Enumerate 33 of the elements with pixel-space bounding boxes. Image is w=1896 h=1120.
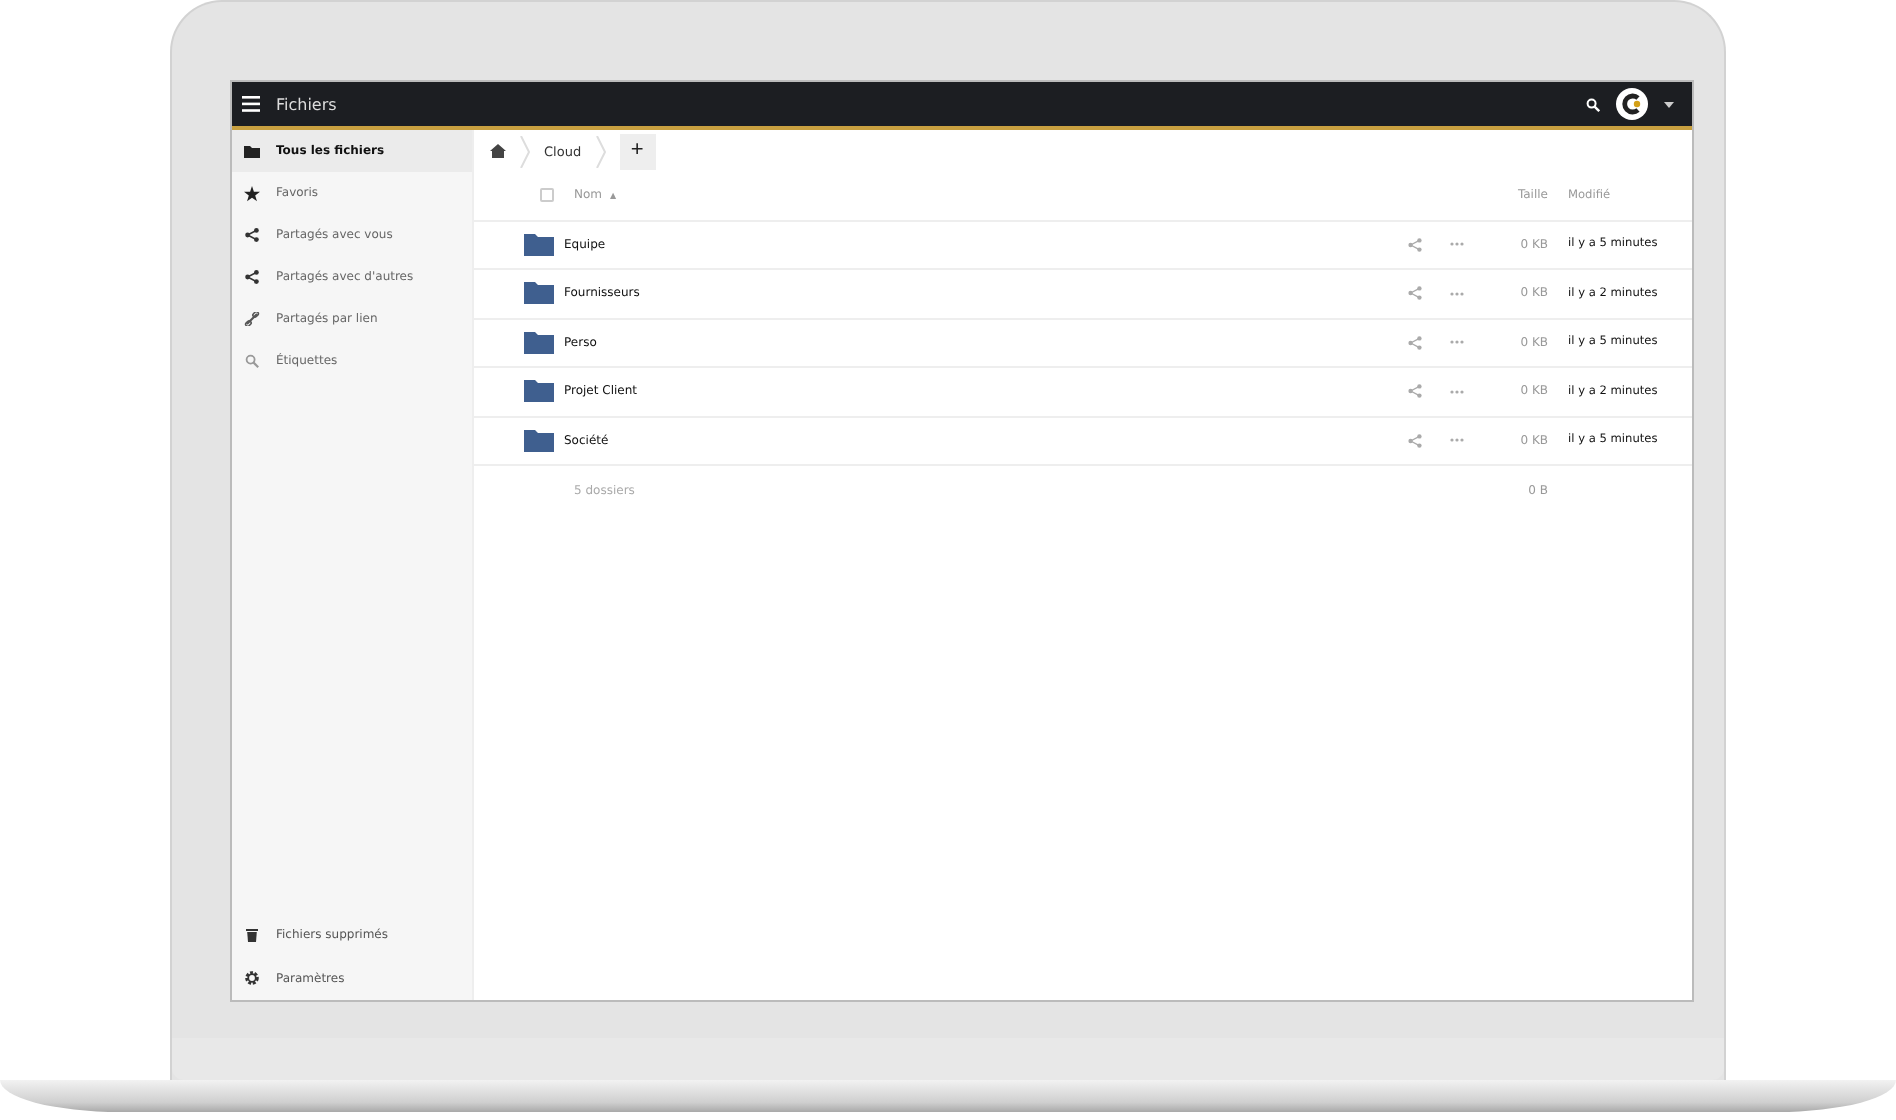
folder-icon bbox=[524, 282, 554, 305]
trash-icon bbox=[244, 927, 260, 941]
chevron-icon bbox=[520, 135, 530, 167]
more-icon[interactable] bbox=[1450, 340, 1464, 345]
star-icon bbox=[244, 185, 260, 201]
avatar-logo-icon[interactable] bbox=[1616, 88, 1648, 120]
caret-icon[interactable] bbox=[1664, 101, 1674, 107]
more-icon[interactable] bbox=[1450, 389, 1464, 394]
menu-icon[interactable] bbox=[242, 96, 260, 112]
share-icon[interactable] bbox=[1408, 384, 1422, 399]
share-icon[interactable] bbox=[1408, 433, 1422, 448]
share-icon bbox=[244, 228, 260, 242]
folder-icon bbox=[524, 429, 554, 452]
search-icon[interactable] bbox=[1586, 97, 1600, 111]
folder-icon bbox=[524, 233, 554, 256]
link-icon bbox=[244, 312, 260, 326]
more-icon[interactable] bbox=[1450, 438, 1464, 443]
add-button[interactable]: + bbox=[619, 133, 656, 169]
select-all-checkbox[interactable] bbox=[540, 188, 554, 203]
more-icon[interactable] bbox=[1450, 242, 1464, 247]
chevron-icon bbox=[595, 135, 606, 167]
folder-icon bbox=[244, 145, 260, 157]
folder-icon bbox=[524, 380, 554, 403]
settings-icon bbox=[244, 970, 260, 986]
more-icon[interactable] bbox=[1450, 291, 1464, 296]
share-icon[interactable] bbox=[1408, 286, 1422, 301]
folder-icon bbox=[524, 331, 554, 354]
app-title: Fichiers bbox=[276, 95, 337, 113]
share-icon bbox=[244, 270, 260, 284]
home-icon[interactable] bbox=[490, 144, 506, 158]
share-icon[interactable] bbox=[1408, 335, 1422, 350]
share-icon[interactable] bbox=[1408, 237, 1422, 252]
search-icon bbox=[244, 354, 260, 368]
